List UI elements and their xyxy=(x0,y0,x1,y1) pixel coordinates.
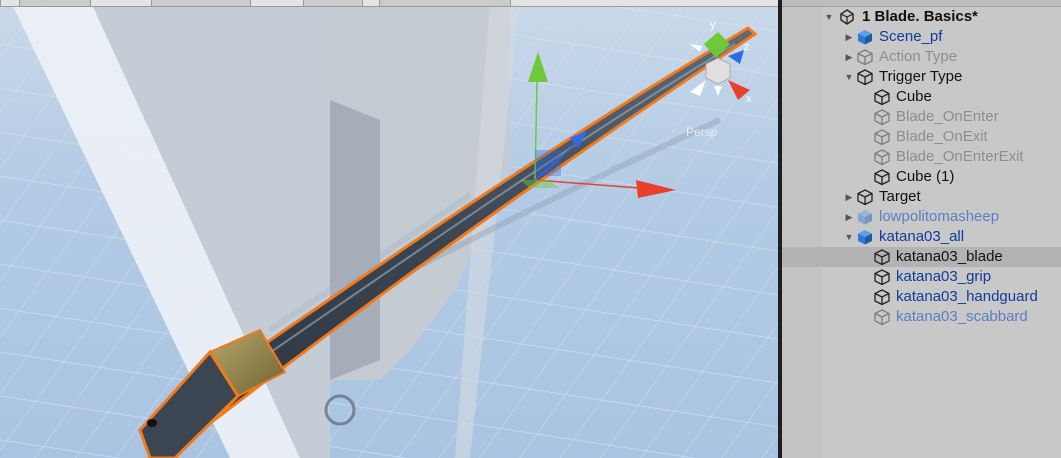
gameobject-cube-icon xyxy=(874,129,890,146)
hierarchy-item[interactable]: katana03_grip xyxy=(782,267,1061,287)
orient-x-label: x xyxy=(746,93,752,105)
prefab-cube-icon xyxy=(858,230,872,245)
toolbar-btn[interactable] xyxy=(362,0,380,6)
hierarchy-item[interactable]: katana03_handguard xyxy=(782,287,1061,307)
gameobject-cube-icon xyxy=(874,309,890,326)
orient-z-label: z xyxy=(744,41,750,53)
toolbar-search[interactable] xyxy=(510,0,778,6)
hierarchy-item-label: Blade_OnEnterExit xyxy=(896,148,1024,165)
hierarchy-item[interactable]: ▶ lowpolitomasheep xyxy=(782,207,1061,227)
gizmo-xy-plane xyxy=(535,150,561,176)
gameobject-cube-icon xyxy=(857,189,873,206)
hierarchy-item-label: Cube (1) xyxy=(896,168,955,185)
hierarchy-item-label: katana03_handguard xyxy=(896,288,1038,305)
scene-canvas[interactable]: y z x Persp xyxy=(0,0,778,458)
hierarchy-item[interactable]: Blade_OnExit xyxy=(782,127,1061,147)
hierarchy-item-label: lowpolitomasheep xyxy=(879,208,1000,225)
gameobject-cube-icon xyxy=(874,89,890,106)
toolbar-btn[interactable] xyxy=(90,0,152,6)
hierarchy-item[interactable]: ▶ Scene_pf xyxy=(782,27,1061,47)
scene-root-row[interactable]: ▼ 1 Blade. Basics* xyxy=(782,7,1061,27)
gameobject-cube-icon xyxy=(874,269,890,286)
gameobject-cube-icon xyxy=(874,169,890,186)
prefab-cube-icon xyxy=(858,210,872,225)
hierarchy-item-label: Scene_pf xyxy=(879,28,943,45)
expand-arrow-icon[interactable]: ▼ xyxy=(844,72,854,82)
hierarchy-item[interactable]: katana03_blade xyxy=(782,247,1061,267)
persp-label: Persp xyxy=(686,125,718,139)
hierarchy-item-label: Blade_OnEnter xyxy=(896,108,999,125)
collapse-arrow-icon[interactable]: ▶ xyxy=(844,192,854,202)
collapse-arrow-icon[interactable]: ▶ xyxy=(844,32,854,42)
hierarchy-item[interactable]: ▼ katana03_all xyxy=(782,227,1061,247)
hierarchy-item-label: katana03_grip xyxy=(896,268,992,285)
hierarchy-header xyxy=(782,0,1061,7)
hierarchy-item-label: katana03_all xyxy=(879,228,965,245)
orient-center-cube xyxy=(705,57,731,85)
gameobject-cube-icon xyxy=(874,149,890,166)
collapse-arrow-icon[interactable]: ▶ xyxy=(844,52,854,62)
gameobject-cube-icon xyxy=(857,49,873,66)
pillar-center-shadow xyxy=(330,100,380,380)
hierarchy-item[interactable]: Cube xyxy=(782,87,1061,107)
hierarchy-item[interactable]: ▼ Trigger Type xyxy=(782,67,1061,87)
hierarchy-item-label: Target xyxy=(879,188,921,205)
hierarchy-item[interactable]: Blade_OnEnterExit xyxy=(782,147,1061,167)
hierarchy-item-label: Cube xyxy=(896,88,932,105)
hierarchy-item-label: Action Type xyxy=(879,48,958,65)
hierarchy-item-label: Blade_OnExit xyxy=(896,128,988,145)
hierarchy-item-label: Trigger Type xyxy=(879,68,963,85)
scene-toolbar xyxy=(0,0,778,7)
expand-arrow-icon[interactable]: ▼ xyxy=(824,12,834,22)
hierarchy-panel: ▼ 1 Blade. Basics* ▶ Scene_pf ▶ Action Type… xyxy=(782,0,1061,458)
expand-arrow-icon[interactable]: ▼ xyxy=(844,232,854,242)
orient-y-label: y xyxy=(710,19,716,31)
collapse-arrow-icon[interactable]: ▶ xyxy=(844,212,854,222)
scene-view[interactable]: y z x Persp xyxy=(0,0,778,458)
scene-root-label: 1 Blade. Basics* xyxy=(862,8,978,25)
gameobject-cube-icon xyxy=(857,69,873,86)
hierarchy-item[interactable]: ▶ Action Type xyxy=(782,47,1061,67)
prefab-cube-icon xyxy=(858,30,872,45)
katana-hole xyxy=(147,419,157,427)
unity-scene-icon xyxy=(840,9,854,25)
hierarchy-item[interactable]: katana03_scabbard xyxy=(782,307,1061,327)
gameobject-cube-icon xyxy=(874,289,890,306)
hierarchy-item[interactable]: ▶ Target xyxy=(782,187,1061,207)
hierarchy-item[interactable]: Cube (1) xyxy=(782,167,1061,187)
hierarchy-item[interactable]: Blade_OnEnter xyxy=(782,107,1061,127)
toolbar-btn[interactable] xyxy=(250,0,304,6)
gameobject-cube-icon xyxy=(874,109,890,126)
gameobject-cube-icon xyxy=(874,249,890,266)
hierarchy-item-label: katana03_scabbard xyxy=(896,308,1028,325)
hierarchy-item-label: katana03_blade xyxy=(896,248,1003,265)
toolbar-btn[interactable] xyxy=(0,0,20,6)
